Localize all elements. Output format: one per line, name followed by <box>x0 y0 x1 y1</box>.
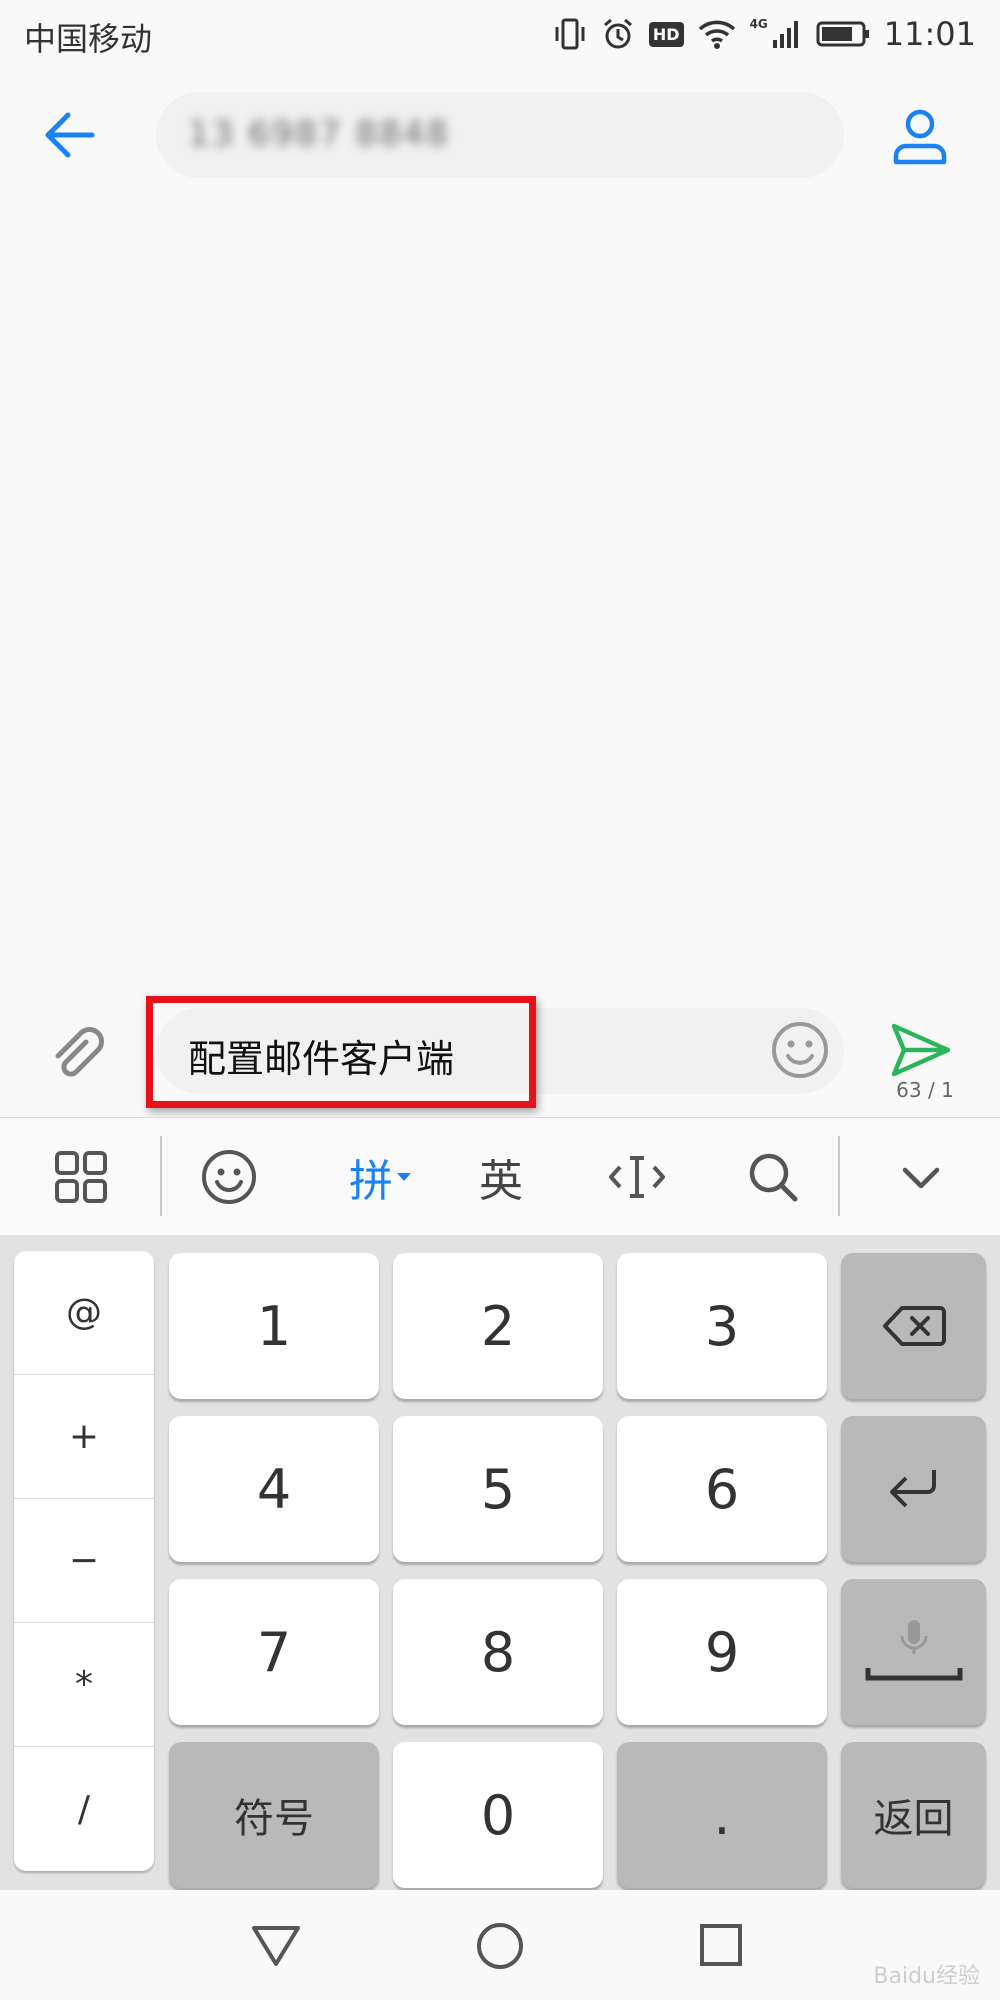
back-arrow-icon <box>45 112 95 158</box>
key-3[interactable]: 3 <box>617 1253 827 1399</box>
emoji-icon <box>202 1150 256 1204</box>
space-key[interactable] <box>841 1579 986 1725</box>
message-input[interactable]: 配置邮件客户端 <box>156 1008 844 1094</box>
status-icons: HD 4G 11:01 <box>553 14 976 54</box>
watermark: Baidu经验 <box>873 1964 980 1989</box>
caret-down-icon <box>397 1173 411 1181</box>
key-9[interactable]: 9 <box>617 1579 827 1725</box>
clock: 11:01 <box>883 15 976 53</box>
toolbar-divider <box>838 1136 840 1216</box>
chevron-down-icon <box>902 1167 940 1189</box>
key-slash[interactable]: / <box>14 1747 154 1871</box>
hide-keyboard-button[interactable] <box>886 1144 956 1210</box>
symbol-column: @ + − * / <box>14 1251 154 1871</box>
network-type-label: 4G <box>749 17 768 31</box>
grid-button[interactable] <box>46 1144 116 1210</box>
nav-back-button[interactable] <box>248 1920 308 1976</box>
pinyin-mode-button[interactable]: 拼 <box>330 1144 430 1210</box>
key-7[interactable]: 7 <box>169 1579 379 1725</box>
enter-icon <box>889 1470 936 1508</box>
key-5[interactable]: 5 <box>393 1416 603 1562</box>
alarm-icon <box>603 18 632 49</box>
numeric-keyboard: @ + − * / 1 2 3 4 5 6 7 8 9 符号 0 . 返回 <box>0 1235 1000 1890</box>
wifi-icon <box>698 20 735 49</box>
cursor-button[interactable] <box>602 1144 672 1210</box>
carrier-label: 中国移动 <box>24 20 153 58</box>
recipient-number: 13 6987 8848 <box>188 114 450 154</box>
key-minus[interactable]: − <box>14 1499 154 1623</box>
pinyin-label: 拼 <box>349 1156 393 1207</box>
nav-recents-button[interactable] <box>696 1920 756 1976</box>
signal-icon <box>772 21 798 48</box>
emoji-button[interactable] <box>770 1020 830 1080</box>
smiley-icon <box>772 1022 828 1078</box>
send-icon <box>891 1023 951 1077</box>
backspace-key[interactable] <box>841 1253 986 1399</box>
conversation-header: 13 6987 8848 <box>0 70 1000 200</box>
emoji-toolbar-button[interactable] <box>194 1144 264 1210</box>
back-key-label: 返回 <box>873 1796 954 1842</box>
compose-bar: 配置邮件客户端 <box>0 990 1000 1115</box>
recipient-field[interactable]: 13 6987 8848 <box>156 92 844 178</box>
key-plus[interactable]: + <box>14 1375 154 1499</box>
english-mode-button[interactable]: 英 <box>466 1144 536 1210</box>
symbols-key-label: 符号 <box>234 1796 314 1842</box>
backspace-icon <box>882 1306 946 1346</box>
message-text: 配置邮件客户端 <box>188 1037 455 1081</box>
back-triangle-icon <box>252 1926 300 1966</box>
space-mic-icon <box>865 1620 962 1681</box>
char-counter: 63 / 1 <box>896 1078 954 1102</box>
english-label: 英 <box>479 1156 523 1207</box>
key-1[interactable]: 1 <box>169 1253 379 1399</box>
battery-icon <box>816 21 869 47</box>
attach-button[interactable] <box>46 1022 106 1082</box>
keyboard-toolbar: 拼 英 <box>0 1117 1000 1236</box>
key-at[interactable]: @ <box>14 1251 154 1375</box>
nav-home-button[interactable] <box>472 1920 532 1976</box>
status-bar: 中国移动 HD 4G 11:01 <box>0 0 1000 70</box>
vibrate-icon <box>555 18 585 50</box>
key-4[interactable]: 4 <box>169 1416 379 1562</box>
contact-icon <box>893 109 947 165</box>
key-0[interactable]: 0 <box>393 1742 603 1888</box>
key-dot[interactable]: . <box>617 1742 827 1888</box>
navigation-bar: Baidu经验 <box>0 1890 1000 2000</box>
symbols-key[interactable]: 符号 <box>169 1742 379 1888</box>
send-button[interactable] <box>890 1022 952 1078</box>
back-key[interactable]: 返回 <box>841 1742 986 1888</box>
key-6[interactable]: 6 <box>617 1416 827 1562</box>
toolbar-divider <box>160 1136 162 1216</box>
enter-key[interactable] <box>841 1416 986 1562</box>
key-asterisk[interactable]: * <box>14 1623 154 1747</box>
key-2[interactable]: 2 <box>393 1253 603 1399</box>
contact-button[interactable] <box>890 106 950 166</box>
grid-icon <box>55 1151 107 1203</box>
home-circle-icon <box>477 1923 523 1969</box>
search-button[interactable] <box>738 1144 808 1210</box>
hd-icon: HD <box>648 21 684 47</box>
paperclip-icon <box>55 1027 104 1077</box>
search-icon <box>749 1153 798 1202</box>
back-button[interactable] <box>40 105 110 165</box>
cursor-icon <box>609 1156 665 1198</box>
recents-square-icon <box>700 1924 742 1966</box>
key-8[interactable]: 8 <box>393 1579 603 1725</box>
